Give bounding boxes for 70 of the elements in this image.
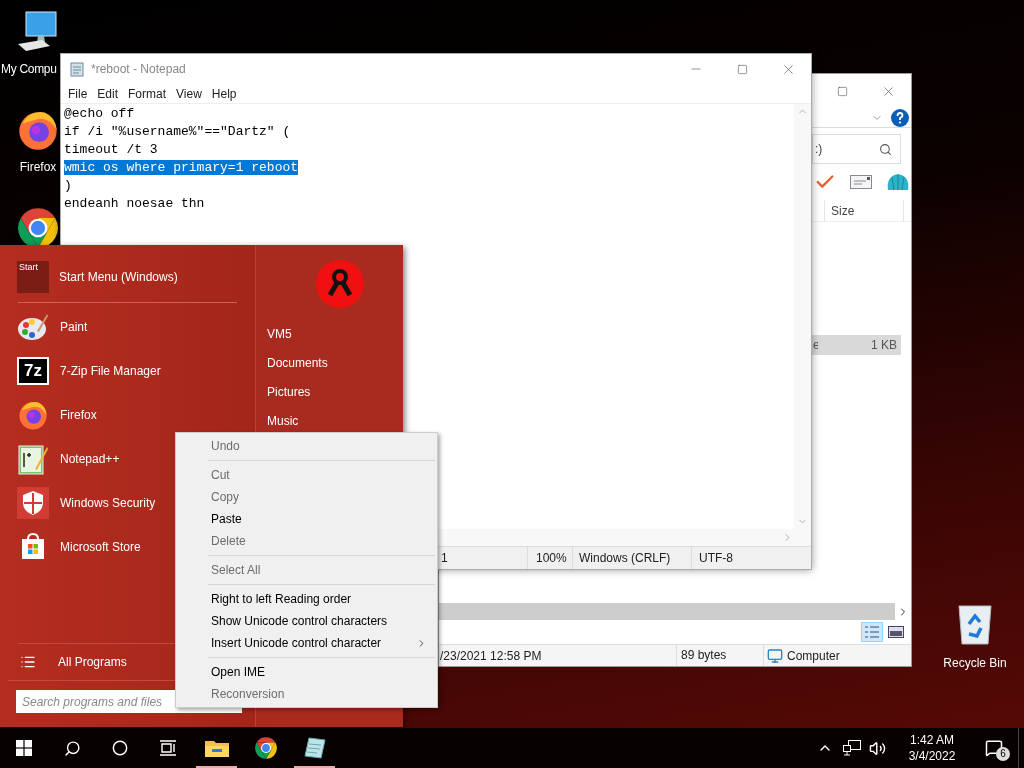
shield-icon [17,487,49,519]
start-logo: Start [17,261,49,293]
status-size: 89 bytes [676,645,763,666]
running-indicator [196,766,237,768]
card-icon[interactable] [850,175,872,189]
menu-item[interactable]: Open IME [176,661,437,683]
computer-icon [767,647,783,664]
menu-item[interactable]: Paste [176,508,437,530]
status-zoom: 100% [527,547,572,569]
task-view-icon [159,740,177,756]
menu-item[interactable]: File [63,84,93,103]
file-size: 1 KB [871,337,898,354]
running-indicator [294,766,335,768]
chrome-icon [253,736,278,760]
status-location: Computer [787,647,840,665]
notification-badge: 6 [996,747,1010,761]
program-item[interactable]: 7z 7-Zip File Manager [0,349,255,393]
user-avatar[interactable] [316,260,364,308]
program-item[interactable]: Firefox [0,393,255,437]
windows-logo-icon [16,740,32,756]
column-header[interactable]: Size [824,200,904,221]
clock[interactable]: 1:42 AM 3/4/2022 [894,732,970,764]
notepad-icon [302,736,327,760]
menu-item[interactable]: Show Unicode control characters [176,610,437,632]
code-line: endeanh noesae thn [64,196,205,211]
status-line-ending: Windows (CRLF) [572,547,691,569]
details-icon [865,626,879,638]
maximize-icon [836,85,848,97]
menu-item[interactable]: Edit [92,84,124,103]
search-icon [63,739,81,757]
menu-item[interactable]: Help [206,84,242,103]
status-position: 1 [440,550,449,567]
program-item[interactable]: Paint [0,305,255,349]
place-link[interactable]: Pictures [267,378,403,407]
code-line: ) [64,178,72,193]
maximize-icon [736,63,748,75]
search-box[interactable]: :) [812,134,901,164]
desktop-icon-label[interactable]: Firefox [19,158,57,176]
code-line: if /i "%username%"=="Dartz" ( [64,124,291,139]
notepad-plus-icon [17,443,49,475]
list-icon [20,654,36,670]
place-link[interactable]: Documents [267,349,403,378]
menu-item[interactable]: Format [123,84,172,103]
firefox-icon [17,399,49,431]
menu-item[interactable]: View [171,84,207,103]
start-menu-title[interactable]: Start Menu (Windows) [59,268,178,286]
desktop-icon-label[interactable]: Recycle Bin [943,654,1007,672]
status-modified: /23/2021 12:58 PM [439,647,543,665]
network-icon[interactable] [843,740,861,756]
search-icon [879,142,892,156]
7zip-icon: 7z [17,357,49,385]
code-line: timeout /t 3 [64,142,158,157]
window-title: *reboot - Notepad [91,61,186,78]
menu-item[interactable]: Insert Unicode control character [176,632,437,654]
place-link[interactable]: Music [267,407,403,436]
horizontal-scrollbar[interactable] [439,603,895,620]
folder-icon [204,738,229,758]
shell-icon[interactable] [886,172,910,192]
desktop-icon-label[interactable]: My Compu [1,60,57,78]
menu-item[interactable]: Right to left Reading order [176,588,437,610]
notification-button[interactable]: 6 [970,728,1018,768]
place-link[interactable]: VM5 [267,320,403,349]
help-icon[interactable] [891,108,909,127]
volume-icon[interactable] [869,739,886,757]
status-encoding: UTF-8 [691,547,811,569]
computer-icon [16,10,60,54]
code-line: @echo off [64,106,135,121]
notepad-icon [69,61,85,77]
circle-icon [112,740,128,756]
preview-icon [888,626,904,638]
